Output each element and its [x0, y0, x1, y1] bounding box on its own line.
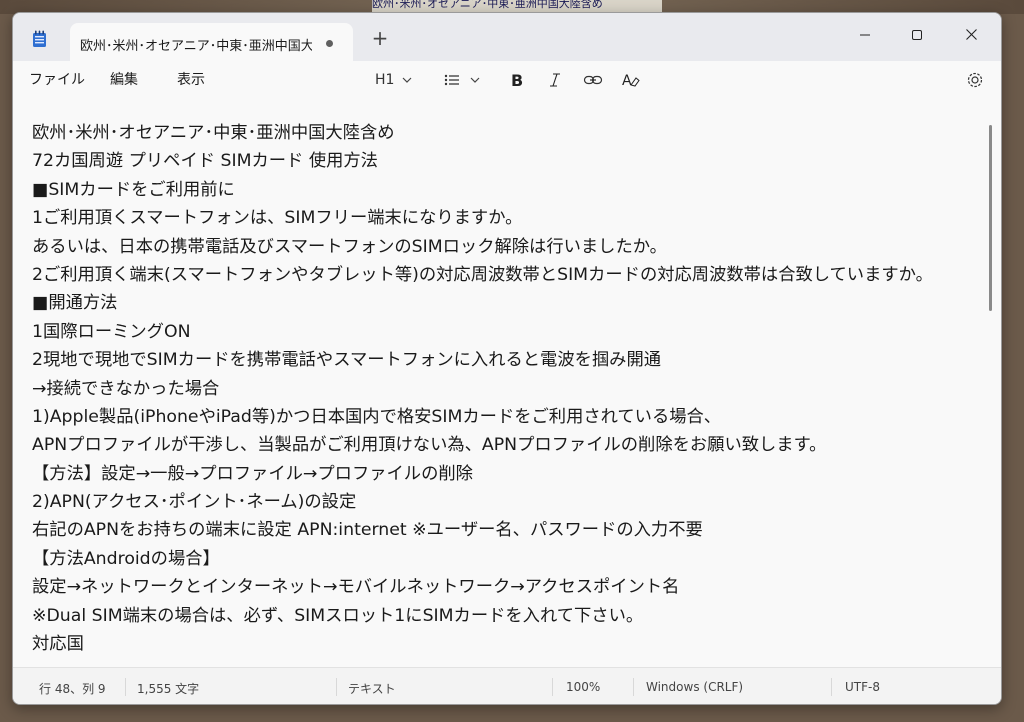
- encoding[interactable]: UTF-8: [845, 680, 880, 694]
- document-text[interactable]: 欧州･米州･オセアニア･中東･亜洲中国大陸含め 72カ国周遊 プリペイド SIMカ…: [32, 119, 982, 658]
- text-line[interactable]: 右記のAPNをお持ちの端末に設定 APN:internet ※ユーザー名、パスワ…: [32, 516, 982, 544]
- tab-title: 欧州･米州･オセアニア･中東･亜洲中国大陸含め: [80, 39, 312, 54]
- tab-document[interactable]: 欧州･米州･オセアニア･中東･亜洲中国大陸含め: [70, 23, 353, 61]
- status-divider: [552, 678, 553, 696]
- text-line[interactable]: 2現地で現地でSIMカードを携帯電話やスマートフォンに入れると電波を掴み開通: [32, 346, 982, 374]
- text-line[interactable]: 1)Apple製品(iPhoneやiPad等)かつ日本国内で格安SIMカードをご…: [32, 403, 982, 431]
- list-button[interactable]: [443, 68, 463, 92]
- background-snippet-text: 欧州･米州･オセアニア･中東･亜洲中国大陸含め: [372, 0, 603, 10]
- heading-label: H1: [375, 72, 395, 88]
- zoom-level[interactable]: 100%: [566, 680, 600, 694]
- character-count: 1,555 文字: [137, 682, 200, 696]
- list-icon: [444, 74, 459, 86]
- text-line[interactable]: あるいは、日本の携帯電話及びスマートフォンのSIMロック解除は行いましたか。: [32, 233, 982, 261]
- text-line[interactable]: 対応国: [32, 630, 982, 658]
- maximize-button[interactable]: [895, 19, 939, 51]
- text-line[interactable]: 1国際ローミングON: [32, 318, 982, 346]
- text-editor[interactable]: 欧州･米州･オセアニア･中東･亜洲中国大陸含め 72カ国周遊 プリペイド SIMカ…: [13, 99, 1001, 667]
- text-line[interactable]: →接続できなかった場合: [32, 375, 982, 403]
- chevron-down-icon: [402, 77, 412, 83]
- text-line[interactable]: 【方法Androidの場合】: [32, 545, 982, 573]
- status-bar: 行 48、列 9 1,555 文字 テキスト 100% Windows (CRL…: [13, 667, 1001, 704]
- status-divider: [831, 678, 832, 696]
- text-line[interactable]: 1ご利用頂くスマートフォンは、SIMフリー端末になりますか。: [32, 204, 982, 232]
- menu-bar: ファイル 編集 表示 H1 B A: [13, 61, 1001, 100]
- text-line[interactable]: APNプロファイルが干渉し、当製品がご利用頂けない為、APNプロファイルの削除を…: [32, 431, 982, 459]
- text-line[interactable]: 2ご利用頂く端末(スマートフォンやタブレット等)の対応周波数帯とSIMカードの対…: [32, 261, 982, 289]
- clear-format-button[interactable]: A: [621, 68, 641, 92]
- heading-dropdown-chevron[interactable]: [401, 68, 413, 92]
- menu-view[interactable]: 表示: [173, 69, 209, 91]
- text-line[interactable]: 【方法】設定→一般→プロファイル→プロファイルの削除: [32, 460, 982, 488]
- clear-format-icon: A: [622, 73, 640, 89]
- line-ending[interactable]: Windows (CRLF): [646, 680, 743, 694]
- status-divider: [633, 678, 634, 696]
- gear-icon: [967, 72, 983, 88]
- minimize-icon: [860, 34, 870, 36]
- notepad-window: 欧州･米州･オセアニア･中東･亜洲中国大陸含め + ファイル 編集 表示 H1: [12, 12, 1002, 705]
- maximize-icon: [912, 30, 922, 40]
- text-line[interactable]: ■SIMカードをご利用前に: [32, 176, 982, 204]
- settings-button[interactable]: [965, 68, 985, 92]
- svg-text:A: A: [622, 73, 632, 89]
- cursor-position: 行 48、列 9: [39, 682, 106, 696]
- text-line[interactable]: 2)APN(アクセス･ポイント･ネーム)の設定: [32, 488, 982, 516]
- minimize-button[interactable]: [843, 19, 887, 51]
- background-document-snippet: 欧州･米州･オセアニア･中東･亜洲中国大陸含め: [372, 0, 662, 12]
- text-format[interactable]: テキスト: [348, 680, 396, 697]
- title-bar: 欧州･米州･オセアニア･中東･亜洲中国大陸含め +: [13, 13, 1001, 61]
- menu-file[interactable]: ファイル: [25, 69, 89, 91]
- heading-dropdown[interactable]: H1: [375, 68, 394, 92]
- close-icon: [966, 29, 977, 40]
- list-dropdown-chevron[interactable]: [469, 68, 481, 92]
- text-line[interactable]: ※Dual SIM端末の場合は、必ず、SIMスロット1にSIMカードを入れて下さ…: [32, 602, 982, 630]
- link-button[interactable]: [583, 68, 603, 92]
- italic-icon: [550, 73, 560, 87]
- text-line[interactable]: ■開通方法: [32, 289, 982, 317]
- link-icon: [583, 75, 603, 85]
- bold-button[interactable]: B: [509, 68, 525, 92]
- close-button[interactable]: [949, 19, 993, 51]
- new-tab-button[interactable]: +: [369, 28, 391, 50]
- svg-text:B: B: [511, 71, 523, 90]
- text-line[interactable]: 設定→ネットワークとインターネット→モバイルネットワーク→アクセスポイント名: [32, 573, 982, 601]
- unsaved-indicator-icon[interactable]: [326, 40, 333, 47]
- text-line[interactable]: 欧州･米州･オセアニア･中東･亜洲中国大陸含め: [32, 119, 982, 147]
- chevron-down-icon: [470, 77, 480, 83]
- status-divider: [336, 678, 337, 696]
- bold-icon: B: [511, 71, 523, 90]
- notepad-app-icon: [33, 30, 46, 47]
- italic-button[interactable]: [547, 68, 563, 92]
- text-line[interactable]: 72カ国周遊 プリペイド SIMカード 使用方法: [32, 147, 982, 175]
- menu-edit[interactable]: 編集: [106, 69, 142, 91]
- status-divider: [125, 678, 126, 696]
- vertical-scrollbar[interactable]: [989, 125, 992, 311]
